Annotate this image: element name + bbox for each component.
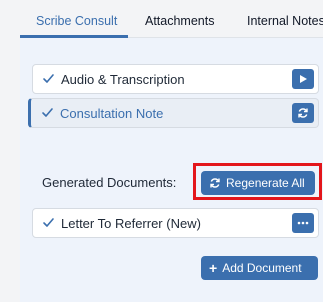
document-options-button[interactable] [292, 213, 314, 233]
section-consultation-note[interactable]: Consultation Note [28, 98, 319, 128]
more-icon [297, 221, 309, 225]
refresh-icon [210, 178, 220, 188]
check-icon [42, 108, 53, 117]
scribe-consult-view: Scribe Consult Attachments Internal Note… [0, 0, 323, 302]
refresh-icon [298, 108, 308, 118]
check-icon [43, 218, 54, 227]
regenerate-note-button[interactable] [292, 103, 314, 123]
tab-internal-notes[interactable]: Internal Notes [247, 14, 323, 28]
tab-bar: Scribe Consult Attachments Internal Note… [20, 0, 323, 38]
section-label: Consultation Note [60, 106, 164, 121]
document-label: Letter To Referrer (New) [61, 216, 201, 231]
document-letter-to-referrer[interactable]: Letter To Referrer (New) [32, 208, 319, 238]
section-label: Audio & Transcription [61, 72, 185, 87]
generated-documents-label: Generated Documents: [42, 175, 177, 190]
section-audio-transcription[interactable]: Audio & Transcription [32, 64, 319, 94]
tab-attachments[interactable]: Attachments [145, 14, 214, 28]
add-document-label: Add Document [222, 261, 302, 275]
plus-icon: + [209, 260, 218, 276]
play-icon [300, 75, 307, 83]
add-document-button[interactable]: + Add Document [201, 256, 318, 280]
play-button[interactable] [292, 69, 314, 89]
tab-scribe-consult[interactable]: Scribe Consult [36, 14, 117, 28]
check-icon [43, 74, 54, 83]
regenerate-all-button[interactable]: Regenerate All [201, 171, 315, 195]
regenerate-all-label: Regenerate All [226, 176, 305, 190]
